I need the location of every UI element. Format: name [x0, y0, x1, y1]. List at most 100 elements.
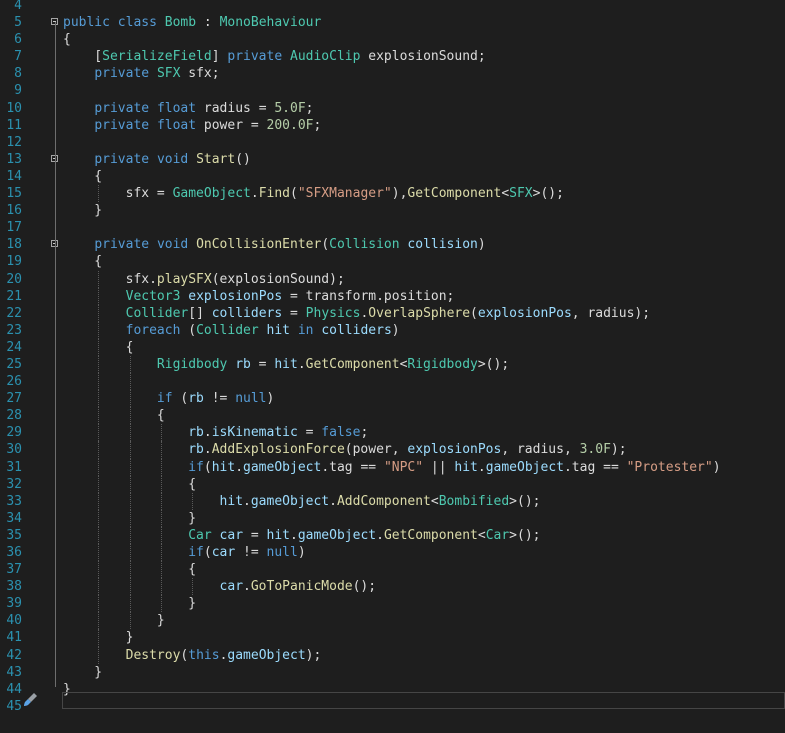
code-token: . [243, 493, 251, 509]
code-text: Car car = hit.gameObject.GetComponent<Ca… [63, 527, 540, 544]
code-token: { [63, 339, 134, 355]
code-text: } [63, 612, 165, 629]
code-line[interactable]: 11 private float power = 200.0F; [0, 117, 785, 134]
code-token: ( [172, 391, 189, 407]
code-line[interactable]: 28 { [0, 407, 785, 425]
code-text: if(car != null) [63, 544, 305, 561]
code-line[interactable]: 18 private void OnCollisionEnter(Collisi… [0, 236, 785, 253]
code-token: if [188, 545, 204, 560]
code-line[interactable]: 12 [0, 134, 785, 151]
code-line[interactable]: 34 } [0, 509, 785, 527]
indent-guide [98, 373, 100, 391]
code-line[interactable]: 21 Vector3 explosionPos = transform.posi… [0, 287, 785, 305]
code-text: foreach (Collider hit in colliders) [63, 322, 400, 339]
paintbrush-icon[interactable] [23, 691, 39, 707]
code-line[interactable]: 20 sfx.playSFX(explosionSound); [0, 270, 785, 288]
line-number: 30 [6, 442, 22, 458]
line-number: 24 [6, 339, 22, 355]
line-number: 32 [6, 476, 22, 492]
code-line[interactable]: 10 private float radius = 5.0F; [0, 100, 785, 117]
code-token: .tag == [321, 459, 384, 475]
code-token: { [63, 408, 165, 424]
code-token: hit [454, 459, 478, 475]
code-line[interactable]: 19 { [0, 253, 785, 270]
code-token: } [63, 203, 103, 219]
code-text: } [63, 595, 196, 612]
code-line[interactable]: 40 } [0, 612, 785, 630]
code-token: SFX [156, 66, 181, 82]
code-text: { [63, 339, 134, 356]
code-token: . [329, 493, 337, 509]
code-line[interactable]: 37 { [0, 561, 785, 579]
code-line[interactable]: 23 foreach (Collider hit in colliders) [0, 321, 785, 339]
code-line[interactable]: 31 if(hit.gameObject.tag == "NPC" || hit… [0, 458, 785, 476]
code-line[interactable]: 6{ [0, 31, 785, 48]
code-line[interactable]: 33 hit.gameObject.AddComponent<Bombified… [0, 492, 785, 510]
code-token: Car [188, 527, 212, 543]
code-line[interactable]: 8 private SFX sfx; [0, 65, 785, 82]
code-token: hit [274, 356, 298, 372]
code-line[interactable]: 15 sfx = GameObject.Find("SFXManager"),G… [0, 185, 785, 203]
code-line[interactable]: 17 [0, 219, 785, 236]
code-line[interactable]: 4 [0, 0, 785, 14]
code-token: 3.0F [579, 442, 611, 458]
code-token: playSFX [156, 271, 212, 287]
code-line[interactable]: 7 [SerializeField] private AudioClip exp… [0, 48, 785, 65]
code-text: rb.AddExplosionForce(power, explosionPos… [63, 441, 626, 458]
code-line[interactable]: 41 } [0, 629, 785, 647]
code-text: rb.isKinematic = false; [63, 424, 368, 441]
code-editor[interactable]: 4 5 public class Bomb : MonoBehaviour 6{7 [… [0, 0, 785, 715]
code-token: Collision [329, 237, 400, 253]
code-line[interactable]: 13 private void Start() [0, 151, 785, 168]
code-line[interactable]: 35 Car car = hit.gameObject.GetComponent… [0, 526, 785, 544]
code-token: ) [391, 322, 400, 338]
code-token: >(); [509, 493, 541, 509]
line-number: 13 [6, 151, 22, 167]
code-line[interactable]: 26 [0, 373, 785, 391]
code-token: . [203, 425, 212, 441]
line-number: 5 [14, 15, 22, 31]
code-token: . [243, 579, 251, 595]
line-number: 20 [6, 271, 22, 287]
line-number: 19 [6, 254, 22, 270]
code-line[interactable]: 27 if (rb != null) [0, 390, 785, 408]
code-line[interactable]: 32 { [0, 475, 785, 493]
code-token: explosionPos [477, 305, 572, 321]
code-line[interactable]: 38 car.GoToPanicMode(); [0, 578, 785, 596]
code-line[interactable]: 30 rb.AddExplosionForce(power, explosion… [0, 441, 785, 459]
code-token: Collider [196, 322, 259, 338]
code-line[interactable]: 25 Rigidbody rb = hit.GetComponent<Rigid… [0, 355, 785, 374]
indent-guide [129, 373, 131, 391]
code-token: explosionPos [407, 442, 502, 458]
code-token: if [156, 391, 173, 407]
code-token: { [63, 32, 71, 48]
code-line[interactable]: 42 Destroy(this.gameObject); [0, 646, 785, 664]
code-line[interactable]: 29 rb.isKinematic = false; [0, 424, 785, 442]
code-line[interactable]: 43 } [0, 664, 785, 681]
code-line[interactable]: 24 { [0, 338, 785, 356]
code-text: private SFX sfx; [63, 65, 220, 82]
code-line[interactable]: 9 [0, 82, 785, 99]
code-line[interactable]: 16 } [0, 202, 785, 219]
code-token: rb [188, 391, 204, 407]
code-token: radius = [196, 100, 275, 116]
code-token: isKinematic [211, 425, 298, 441]
code-line[interactable]: 5 public class Bomb : MonoBehaviour [0, 14, 785, 31]
code-text: [SerializeField] private AudioClip explo… [63, 48, 485, 65]
code-line[interactable]: 36 if(car != null) [0, 544, 785, 562]
code-token: private [94, 117, 150, 133]
code-token: sfx; [180, 66, 220, 82]
line-number: 25 [6, 356, 22, 372]
code-text: private float radius = 5.0F; [63, 100, 313, 117]
line-number: 8 [14, 66, 22, 82]
code-token: GetComponent [305, 356, 400, 372]
code-line[interactable]: 39 } [0, 595, 785, 613]
code-line[interactable]: 22 Collider[] colliders = Physics.Overla… [0, 304, 785, 322]
code-token: GetComponent [383, 527, 478, 543]
code-line[interactable]: 14 { [0, 168, 785, 185]
code-token: ; [360, 425, 369, 441]
